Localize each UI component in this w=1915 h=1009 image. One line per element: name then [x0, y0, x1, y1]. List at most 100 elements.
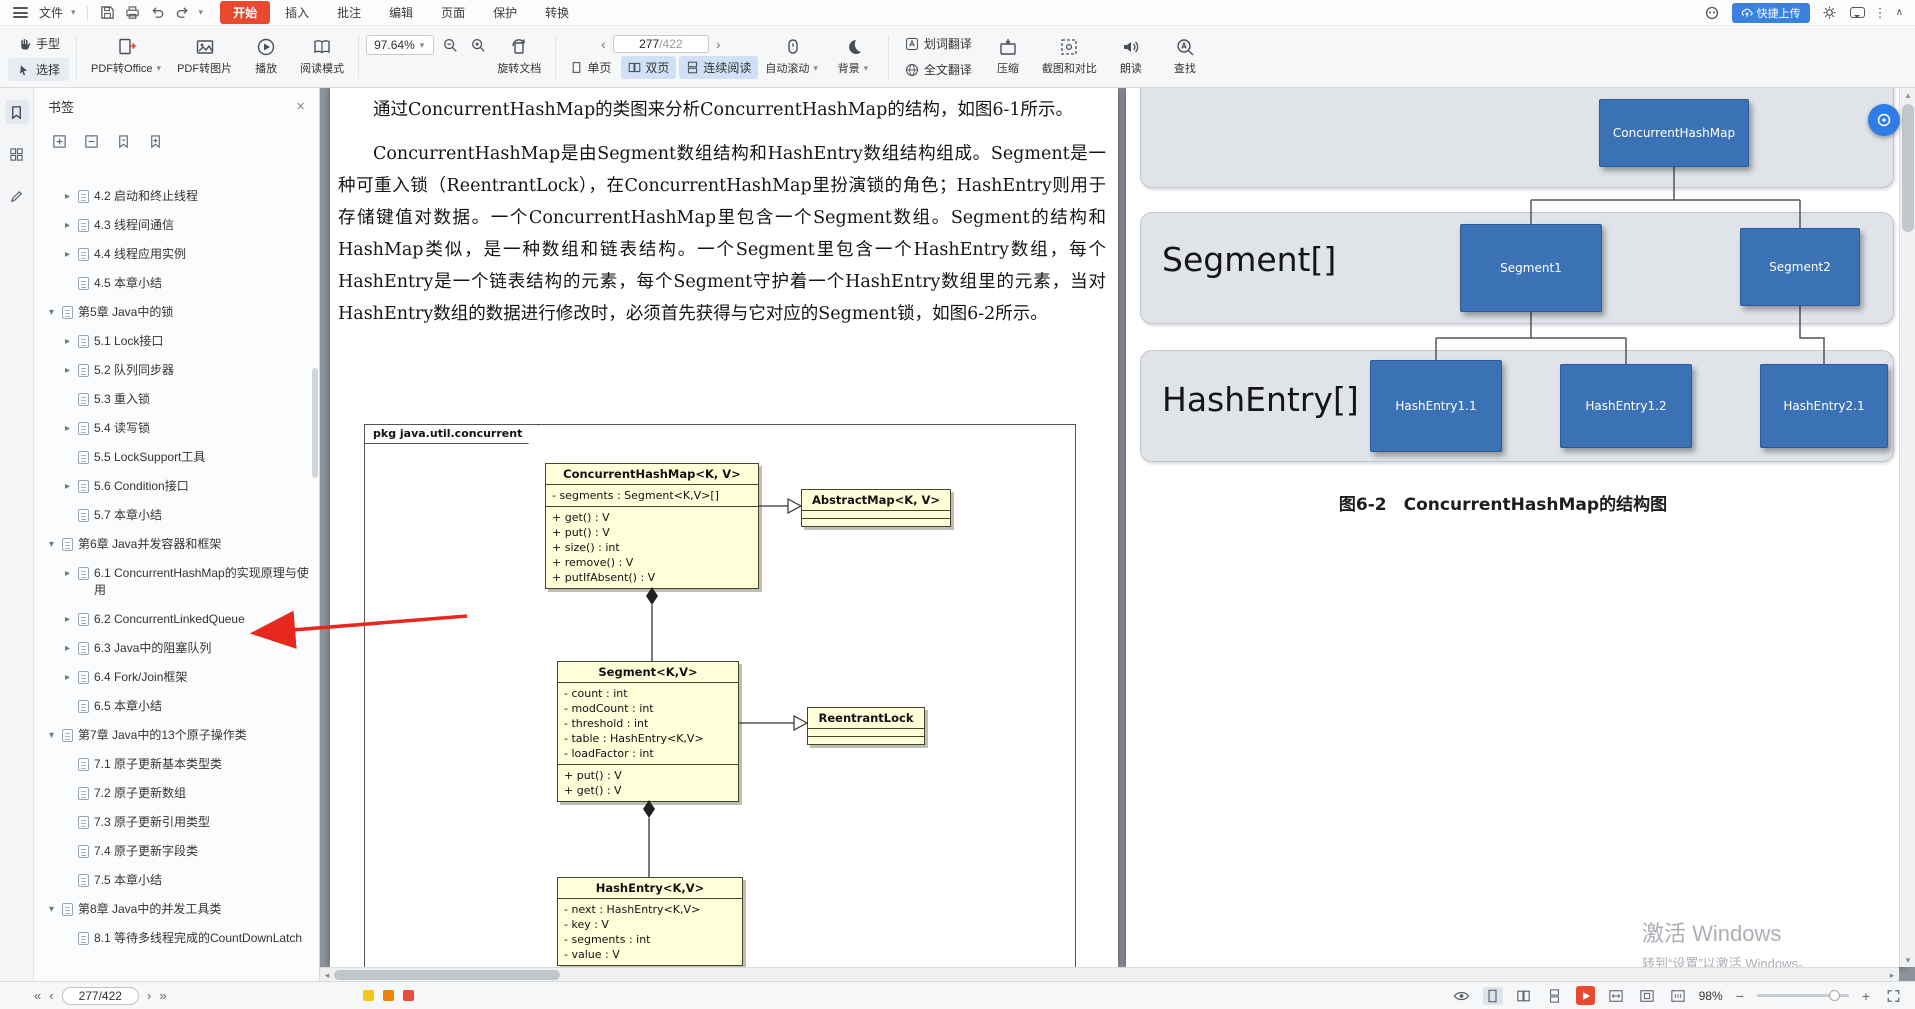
more-menu-icon[interactable]: ⋮ [1874, 5, 1887, 21]
tab-home[interactable]: 开始 [220, 1, 271, 24]
background-button[interactable]: 背景 ▾ [827, 33, 881, 80]
eye-protection-icon[interactable] [1452, 987, 1472, 1005]
single-page-view-icon[interactable] [1482, 986, 1503, 1005]
horizontal-scrollbar[interactable]: ◂ ▸ [320, 967, 1899, 981]
annotations-panel-icon[interactable] [5, 184, 29, 208]
zoom-level-select[interactable]: 97.64% ▾ [366, 35, 435, 55]
add-bookmark-icon[interactable] [146, 132, 164, 150]
continuous-read-toggle[interactable]: 连续阅读 [679, 55, 759, 79]
gear-icon[interactable] [1819, 3, 1841, 23]
statusbar-zoom-value[interactable]: 98% [1699, 989, 1723, 1003]
bookmark-item[interactable]: ▾ 第5章 Java中的锁 [34, 298, 319, 327]
document-viewport[interactable]: 通过ConcurrentHashMap的类图来分析ConcurrentHashM… [320, 88, 1915, 981]
quick-upload-button[interactable]: 快捷上传 [1731, 2, 1810, 23]
auto-scroll-button[interactable]: 自动滚动 ▾ [758, 33, 827, 80]
file-menu-caret-icon[interactable]: ▾ [69, 7, 78, 18]
bookmark-item[interactable]: ▸ 6.1 ConcurrentHashMap的实现原理与使用 [34, 559, 319, 605]
prev-page-button[interactable]: ‹ [596, 36, 611, 52]
redo-icon[interactable] [172, 3, 194, 23]
caret-closed-icon[interactable]: ▸ [62, 217, 73, 234]
bookmark-item[interactable]: ▾ 第7章 Java中的13个原子操作类 [34, 721, 319, 750]
bookmark-item[interactable]: 7.2 原子更新数组 [34, 779, 319, 808]
select-tool-button[interactable]: 选择 [8, 58, 70, 81]
caret-closed-icon[interactable]: ▸ [62, 565, 73, 582]
bookmark-item[interactable]: 8.1 等待多线程完成的CountDownLatch [34, 924, 319, 953]
tab-annotate[interactable]: 批注 [324, 1, 374, 24]
bookmark-item[interactable]: ▸ 6.4 Fork/Join框架 [34, 663, 319, 692]
double-page-view-icon[interactable] [1514, 987, 1534, 1005]
highlight-color-chip[interactable] [382, 990, 394, 1001]
tab-page[interactable]: 页面 [428, 1, 478, 24]
zoom-slider[interactable] [1756, 990, 1849, 1001]
bookmark-item[interactable]: 4.5 本章小结 [34, 269, 319, 298]
caret-open-icon[interactable]: ▾ [46, 727, 57, 744]
zoom-slider-thumb[interactable] [1828, 990, 1840, 1001]
highlight-color-chip[interactable] [362, 990, 374, 1001]
actual-size-icon[interactable] [1668, 987, 1688, 1005]
bookmark-item[interactable]: ▸ 6.2 ConcurrentLinkedQueue [34, 605, 319, 634]
scroll-up-icon[interactable]: ▴ [1900, 88, 1915, 102]
caret-open-icon[interactable]: ▾ [46, 536, 57, 553]
vertical-scrollbar[interactable]: ▴ ▾ [1899, 88, 1915, 967]
bookmark-item[interactable]: ▸ 5.6 Condition接口 [34, 472, 319, 501]
bookmark-item[interactable]: ▸ 5.2 队列同步器 [34, 356, 319, 385]
zoom-in-button[interactable] [466, 34, 490, 56]
bookmark-item[interactable]: 7.5 本章小结 [34, 866, 319, 895]
tab-protect[interactable]: 保护 [480, 1, 530, 24]
double-page-toggle[interactable]: 双页 [621, 55, 677, 79]
save-icon[interactable] [97, 3, 119, 23]
bookmark-item[interactable]: 5.7 本章小结 [34, 501, 319, 530]
screenshot-compare-button[interactable]: 截图和对比 [1035, 33, 1104, 80]
collapse-ribbon-icon[interactable]: ∧ [1896, 7, 1903, 18]
caret-closed-icon[interactable]: ▸ [62, 333, 73, 350]
find-button[interactable]: 查找 [1158, 33, 1212, 80]
scroll-right-icon[interactable]: ▸ [1885, 968, 1899, 981]
first-page-icon[interactable]: « [34, 988, 41, 1003]
vertical-scrollbar-thumb[interactable] [1902, 104, 1914, 232]
print-icon[interactable] [122, 3, 144, 23]
zoom-in-button[interactable]: + [1860, 988, 1872, 1004]
panel-scrollbar-thumb[interactable] [312, 368, 318, 478]
caret-open-icon[interactable]: ▾ [46, 901, 57, 918]
play-button[interactable]: 播放 [239, 33, 293, 80]
word-translate-toggle[interactable]: 划词翻译 [896, 32, 981, 55]
quickbar-caret-icon[interactable]: ▾ [197, 7, 206, 18]
bookmark-item[interactable]: ▸ 5.4 读写锁 [34, 414, 319, 443]
bookmark-item[interactable]: 6.5 本章小结 [34, 692, 319, 721]
locate-bookmark-icon[interactable] [114, 132, 132, 150]
bookmark-item[interactable]: ▸ 5.1 Lock接口 [34, 327, 319, 356]
tab-convert[interactable]: 转换 [532, 1, 582, 24]
tab-edit[interactable]: 编辑 [376, 1, 426, 24]
undo-icon[interactable] [147, 3, 169, 23]
horizontal-scrollbar-thumb[interactable] [334, 970, 560, 980]
single-page-toggle[interactable]: 单页 [563, 56, 618, 79]
bookmark-item[interactable]: ▸ 4.3 线程间通信 [34, 211, 319, 240]
main-menu-icon[interactable] [13, 7, 28, 18]
bookmark-item[interactable]: 7.1 原子更新基本类型类 [34, 750, 319, 779]
bookmark-item[interactable]: 5.3 重入锁 [34, 385, 319, 414]
full-translate-button[interactable]: 全文翻译 [896, 58, 981, 81]
last-page-icon[interactable]: » [159, 988, 166, 1003]
tab-insert[interactable]: 插入 [272, 1, 322, 24]
bookmark-item[interactable]: 7.4 原子更新字段类 [34, 837, 319, 866]
bookmark-item[interactable]: 7.3 原子更新引用类型 [34, 808, 319, 837]
page-number-input[interactable]: 277 /422 [612, 34, 709, 53]
caret-closed-icon[interactable]: ▸ [62, 188, 73, 205]
slideshow-play-button[interactable] [1575, 986, 1595, 1005]
assistant-icon[interactable] [1701, 3, 1723, 23]
highlight-color-chip[interactable] [402, 990, 414, 1001]
file-menu[interactable]: 文件 [36, 2, 66, 23]
thumbnails-panel-icon[interactable] [5, 142, 29, 166]
zoom-out-button[interactable] [438, 34, 462, 56]
read-aloud-button[interactable]: 朗读 [1104, 33, 1158, 80]
expand-all-icon[interactable] [50, 132, 68, 150]
caret-closed-icon[interactable]: ▸ [62, 420, 73, 437]
caret-closed-icon[interactable]: ▸ [62, 669, 73, 686]
caret-closed-icon[interactable]: ▸ [62, 611, 73, 628]
caret-closed-icon[interactable]: ▸ [62, 246, 73, 263]
bookmark-item[interactable]: 5.5 LockSupport工具 [34, 443, 319, 472]
floating-assistant-button[interactable] [1868, 104, 1900, 136]
next-page-icon[interactable]: › [147, 988, 151, 1003]
caret-closed-icon[interactable]: ▸ [62, 478, 73, 495]
statusbar-page-input[interactable]: 277/422 [61, 986, 139, 1005]
